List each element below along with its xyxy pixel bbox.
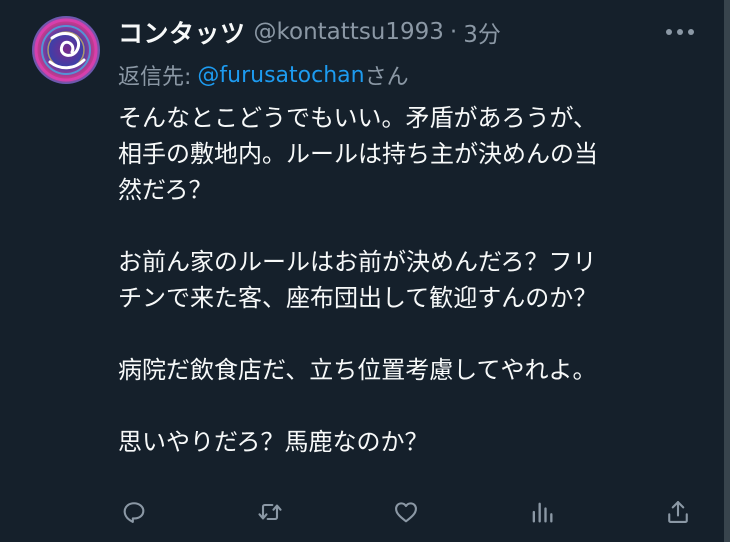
share-icon: [668, 501, 688, 523]
tweet-text-line: 思いやりだろ？馬鹿なのか？: [118, 428, 429, 456]
tweet-text-line: 然だろ？: [118, 176, 213, 204]
reply-prefix: 返信先:: [118, 65, 192, 90]
tweet-text-line: チンで来た客、座布団出して歓迎すんのか？: [118, 284, 598, 312]
reply-mention-link[interactable]: @furusatochan: [197, 63, 364, 88]
tweet-text: そんなとこどうでもいい。矛盾があろうが、 相手の敷地内。ルールは持ち主が決めんの…: [118, 100, 698, 460]
action-bar: [0, 490, 730, 534]
views-icon: [532, 502, 553, 523]
more-icon: [666, 29, 694, 35]
tweet-text-line: お前ん家のルールはお前が決めんだろ？フリ: [118, 248, 597, 276]
tweet-text-line: そんなとこどうでもいい。矛盾があろうが、: [118, 104, 598, 132]
like-icon: [395, 502, 417, 523]
tweet-text-line: [118, 316, 698, 352]
avatar[interactable]: [32, 16, 100, 84]
reply-suffix: さん: [364, 65, 409, 90]
tweet-text-line: 病院だ飲食店だ、立ち位置考慮してやれよ。: [118, 356, 597, 384]
reply-button[interactable]: [116, 494, 152, 530]
more-button[interactable]: [660, 18, 700, 46]
reply-icon: [123, 502, 145, 523]
share-button[interactable]: [660, 494, 696, 530]
right-border: [724, 0, 730, 542]
timestamp[interactable]: 3分: [463, 15, 501, 49]
tweet-header: コンタッツ @kontattsu1993 · 3分: [118, 14, 501, 50]
tweet-text-line: [118, 388, 698, 424]
retweet-button[interactable]: [252, 494, 288, 530]
avatar-image: [32, 16, 100, 84]
tweet-text-line: [118, 208, 698, 244]
retweet-icon: [258, 503, 282, 521]
tweet-text-line: 相手の敷地内。ルールは持ち主が決めんの当: [118, 140, 598, 168]
views-button[interactable]: [524, 494, 560, 530]
separator-dot: ·: [449, 19, 458, 45]
display-name[interactable]: コンタッツ: [118, 14, 246, 50]
reply-context: 返信先: @furusatochan さん: [118, 58, 409, 92]
user-handle[interactable]: @kontattsu1993: [254, 19, 444, 45]
like-button[interactable]: [388, 494, 424, 530]
